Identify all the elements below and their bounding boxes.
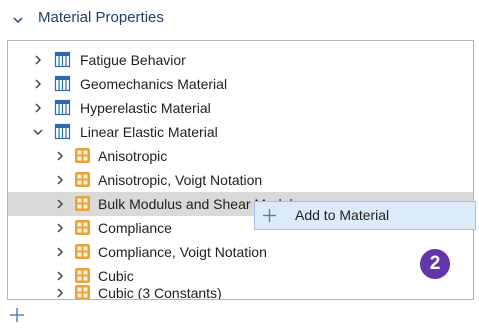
material-properties-section-header[interactable]: Material Properties xyxy=(0,0,479,38)
tree-item-label: Anisotropic, Voigt Notation xyxy=(98,172,263,188)
tree-item-label: Cubic (3 Constants) xyxy=(98,285,222,300)
property-group-icon xyxy=(75,244,90,259)
tree-item-hyperelastic-material[interactable]: Hyperelastic Material xyxy=(8,96,473,120)
tree-item-label: Linear Elastic Material xyxy=(80,124,218,140)
section-title: Material Properties xyxy=(38,9,164,26)
context-menu-add-to-material[interactable]: Add to Material xyxy=(254,201,476,230)
chevron-right-icon[interactable] xyxy=(54,287,66,299)
tree-item-geomechanics-material[interactable]: Geomechanics Material xyxy=(8,72,473,96)
menu-item-label: Add to Material xyxy=(295,207,390,223)
chevron-right-icon[interactable] xyxy=(54,198,66,210)
chevron-down-icon[interactable] xyxy=(12,14,24,26)
tree-item-label: Anisotropic xyxy=(98,148,168,164)
table-icon xyxy=(54,75,71,92)
tree-item-cubic-3-constants[interactable]: Cubic (3 Constants) xyxy=(8,281,473,300)
table-icon xyxy=(54,51,71,68)
tree-item-label: Geomechanics Material xyxy=(80,76,228,92)
table-icon xyxy=(54,123,71,140)
plus-icon xyxy=(263,209,276,222)
property-group-icon xyxy=(75,148,90,163)
chevron-right-icon[interactable] xyxy=(32,102,44,114)
step-number-badge: 2 xyxy=(420,249,450,279)
tree-item-anisotropic[interactable]: Anisotropic xyxy=(8,144,473,168)
tree-item-compliance-voigt[interactable]: Compliance, Voigt Notation xyxy=(8,240,473,264)
tree-item-linear-elastic-material[interactable]: Linear Elastic Material xyxy=(8,120,473,144)
tree-item-label: Compliance xyxy=(98,220,172,236)
tree-item-fatigue-behavior[interactable]: Fatigue Behavior xyxy=(8,48,473,72)
bottom-toolbar xyxy=(0,300,479,334)
property-group-icon xyxy=(75,285,90,299)
property-group-icon xyxy=(75,220,90,235)
table-icon xyxy=(54,99,71,116)
chevron-right-icon[interactable] xyxy=(54,150,66,162)
chevron-right-icon[interactable] xyxy=(32,78,44,90)
tree-item-anisotropic-voigt[interactable]: Anisotropic, Voigt Notation xyxy=(8,168,473,192)
chevron-right-icon[interactable] xyxy=(54,174,66,186)
chevron-right-icon[interactable] xyxy=(32,54,44,66)
chevron-down-icon[interactable] xyxy=(32,126,44,138)
tree-item-label: Compliance, Voigt Notation xyxy=(98,244,267,260)
tree-item-label: Hyperelastic Material xyxy=(80,100,211,116)
property-group-icon xyxy=(75,172,90,187)
material-tree: Fatigue Behavior Geomechanics Material H… xyxy=(7,40,474,300)
property-group-icon xyxy=(75,196,90,211)
chevron-right-icon[interactable] xyxy=(54,222,66,234)
tree-item-label: Fatigue Behavior xyxy=(80,52,186,68)
plus-icon[interactable] xyxy=(8,306,26,324)
chevron-right-icon[interactable] xyxy=(54,246,66,258)
